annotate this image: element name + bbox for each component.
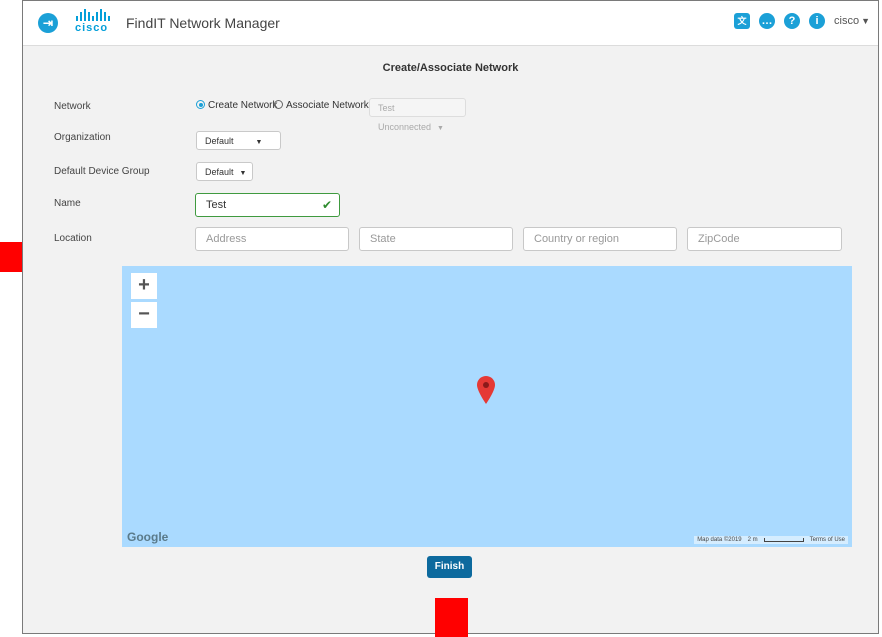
state-input[interactable]: State [359, 227, 513, 251]
checkmark-icon: ✔ [321, 198, 332, 212]
user-menu[interactable]: cisco ▼ [834, 15, 870, 27]
chat-icon[interactable]: … [759, 13, 776, 29]
device-group-label: Default Device Group [54, 166, 150, 177]
header-actions: 文 … ? i cisco ▼ [734, 13, 870, 29]
finish-button[interactable]: Finish [427, 556, 472, 578]
app-menu-icon[interactable]: ⇥ [38, 13, 58, 33]
app-window: ⇥ cisco FindIT Network Manager 文 … ? i c… [22, 0, 879, 634]
scale-bar [763, 538, 804, 542]
name-input[interactable]: Test ✔ [195, 193, 340, 217]
map-pin-icon[interactable] [477, 376, 495, 404]
page-title: Create/Associate Network [382, 62, 519, 74]
radio-icon [274, 100, 283, 109]
create-network-radio[interactable]: Create Network [196, 100, 277, 111]
radio-selected-icon [196, 100, 205, 109]
cisco-logo: cisco [75, 9, 127, 37]
address-input[interactable]: Address [195, 227, 349, 251]
chevron-down-icon: ▼ [861, 16, 870, 26]
annotation-marker [435, 598, 468, 637]
country-input[interactable]: Country or region [523, 227, 677, 251]
chevron-down-icon: ▼ [437, 125, 444, 132]
help-icon[interactable]: ? [784, 13, 801, 29]
location-map[interactable]: + − Google Map data ©2019 2 m Terms of U… [122, 266, 852, 547]
device-group-select[interactable]: Default ▼ [196, 162, 253, 181]
chevron-down-icon: ▼ [255, 139, 263, 146]
organization-select[interactable]: Default ▼ [196, 131, 281, 150]
terms-link[interactable]: Terms of Use [810, 537, 845, 543]
info-icon[interactable]: i [809, 13, 826, 29]
logo-text: cisco [75, 22, 109, 34]
app-title: FindIT Network Manager [126, 15, 280, 31]
top-header: ⇥ cisco FindIT Network Manager 文 … ? i c… [23, 1, 878, 46]
zipcode-input[interactable]: ZipCode [687, 227, 842, 251]
zoom-in-button[interactable]: + [131, 273, 157, 299]
associate-network-radio[interactable]: Associate Network [274, 100, 369, 111]
map-attribution: Map data ©2019 2 m Terms of Use [694, 536, 848, 544]
name-label: Name [54, 198, 81, 209]
google-logo: Google [127, 530, 169, 544]
chevron-down-icon: ▼ [239, 170, 247, 177]
network-label: Network [54, 101, 91, 112]
language-icon[interactable]: 文 [734, 13, 751, 29]
zoom-out-button[interactable]: − [131, 302, 157, 328]
organization-label: Organization [54, 132, 111, 143]
associate-network-dropdown: Test Unconnected ▼ [369, 98, 466, 132]
location-label: Location [54, 233, 92, 244]
